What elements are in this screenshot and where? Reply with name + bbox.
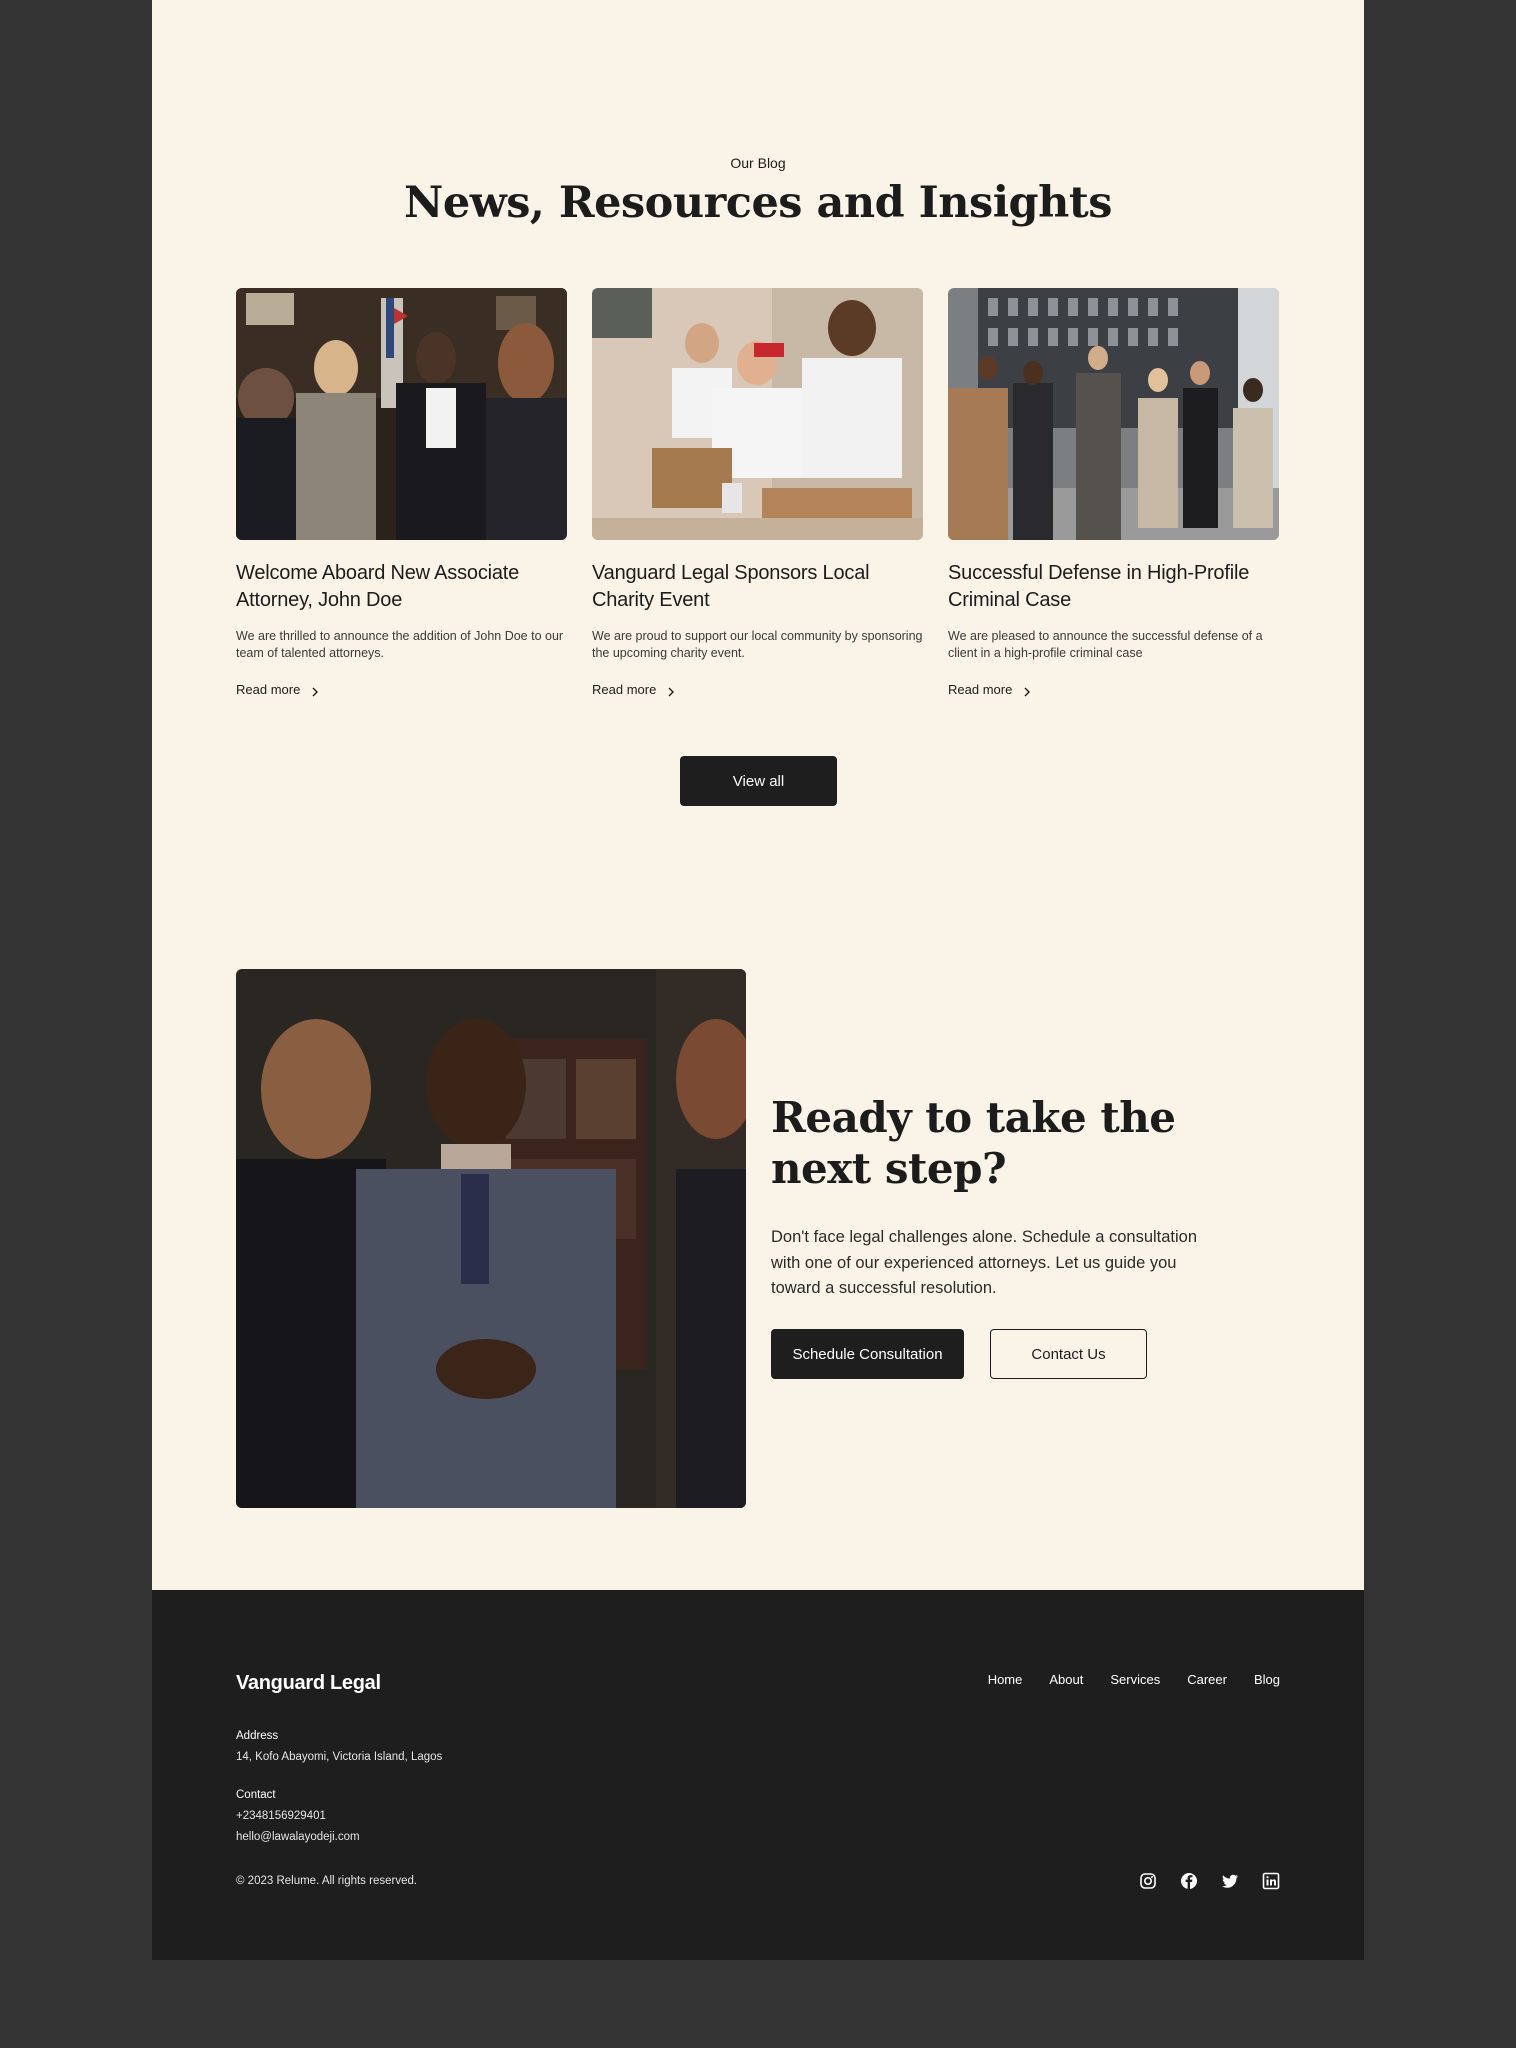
cta-title: Ready to take the next step?: [771, 1093, 1176, 1193]
blog-card-title: Vanguard Legal Sponsors Local Charity Ev…: [592, 562, 870, 611]
footer-logo[interactable]: Vanguard Legal: [236, 1672, 381, 1695]
email-link[interactable]: hello@lawalayodeji.com: [236, 1831, 360, 1843]
blog-card-description: We are thrilled to announce the addition…: [236, 629, 564, 660]
blog-card-description: We are proud to support our local commun…: [592, 629, 923, 660]
view-all-button[interactable]: View all: [680, 756, 837, 806]
copyright: © 2023 Relume. All rights reserved.: [236, 1875, 418, 1887]
read-more-link[interactable]: Read more: [236, 682, 567, 697]
blog-card[interactable]: Successful Defense in High-Profile Crimi…: [948, 288, 1279, 697]
blog-card-title: Successful Defense in High-Profile Crimi…: [948, 562, 1250, 611]
address-label: Address: [236, 1730, 279, 1742]
main-section: Our Blog News, Resources and Insights We…: [152, 0, 1364, 1590]
chevron-right-icon: [666, 685, 676, 696]
footer-nav-home[interactable]: Home: [988, 1672, 1023, 1687]
blog-card-image: [592, 288, 923, 540]
footer-nav-blog[interactable]: Blog: [1254, 1672, 1280, 1687]
footer: Vanguard Legal Home About Services Caree…: [152, 1590, 1364, 1960]
footer-nav: Home About Services Career Blog: [988, 1672, 1280, 1687]
schedule-consultation-button[interactable]: Schedule Consultation: [771, 1329, 964, 1379]
cta-image: [236, 969, 746, 1508]
blog-card-title: Welcome Aboard New Associate Attorney, J…: [236, 562, 520, 611]
contact-label: Contact: [236, 1789, 276, 1801]
social-links: [1139, 1872, 1280, 1890]
blog-card[interactable]: Vanguard Legal Sponsors Local Charity Ev…: [592, 288, 923, 697]
read-more-label: Read more: [592, 682, 657, 697]
blog-card-image: [948, 288, 1279, 540]
blog-title: News, Resources and Insights: [404, 178, 1112, 228]
twitter-icon[interactable]: [1221, 1872, 1239, 1890]
read-more-link[interactable]: Read more: [592, 682, 923, 697]
address-value: 14, Kofo Abayomi, Victoria Island, Lagos: [236, 1751, 443, 1763]
read-more-label: Read more: [948, 682, 1013, 697]
blog-card-image: [236, 288, 567, 540]
read-more-link[interactable]: Read more: [948, 682, 1279, 697]
cta-text: Don't face legal challenges alone. Sched…: [771, 1228, 1198, 1297]
chevron-right-icon: [310, 685, 320, 696]
contact-us-button[interactable]: Contact Us: [990, 1329, 1147, 1379]
linkedin-icon[interactable]: [1262, 1872, 1280, 1890]
blog-card-description: We are pleased to announce the successfu…: [948, 629, 1263, 660]
blog-eyebrow: Our Blog: [730, 155, 786, 171]
footer-nav-career[interactable]: Career: [1187, 1672, 1227, 1687]
footer-nav-about[interactable]: About: [1049, 1672, 1083, 1687]
footer-nav-services[interactable]: Services: [1110, 1672, 1160, 1687]
chevron-right-icon: [1022, 685, 1032, 696]
phone-link[interactable]: +2348156929401: [236, 1810, 326, 1822]
blog-card[interactable]: Welcome Aboard New Associate Attorney, J…: [236, 288, 567, 697]
page: Our Blog News, Resources and Insights We…: [152, 0, 1364, 1960]
read-more-label: Read more: [236, 682, 301, 697]
instagram-icon[interactable]: [1139, 1872, 1157, 1890]
facebook-icon[interactable]: [1180, 1872, 1198, 1890]
